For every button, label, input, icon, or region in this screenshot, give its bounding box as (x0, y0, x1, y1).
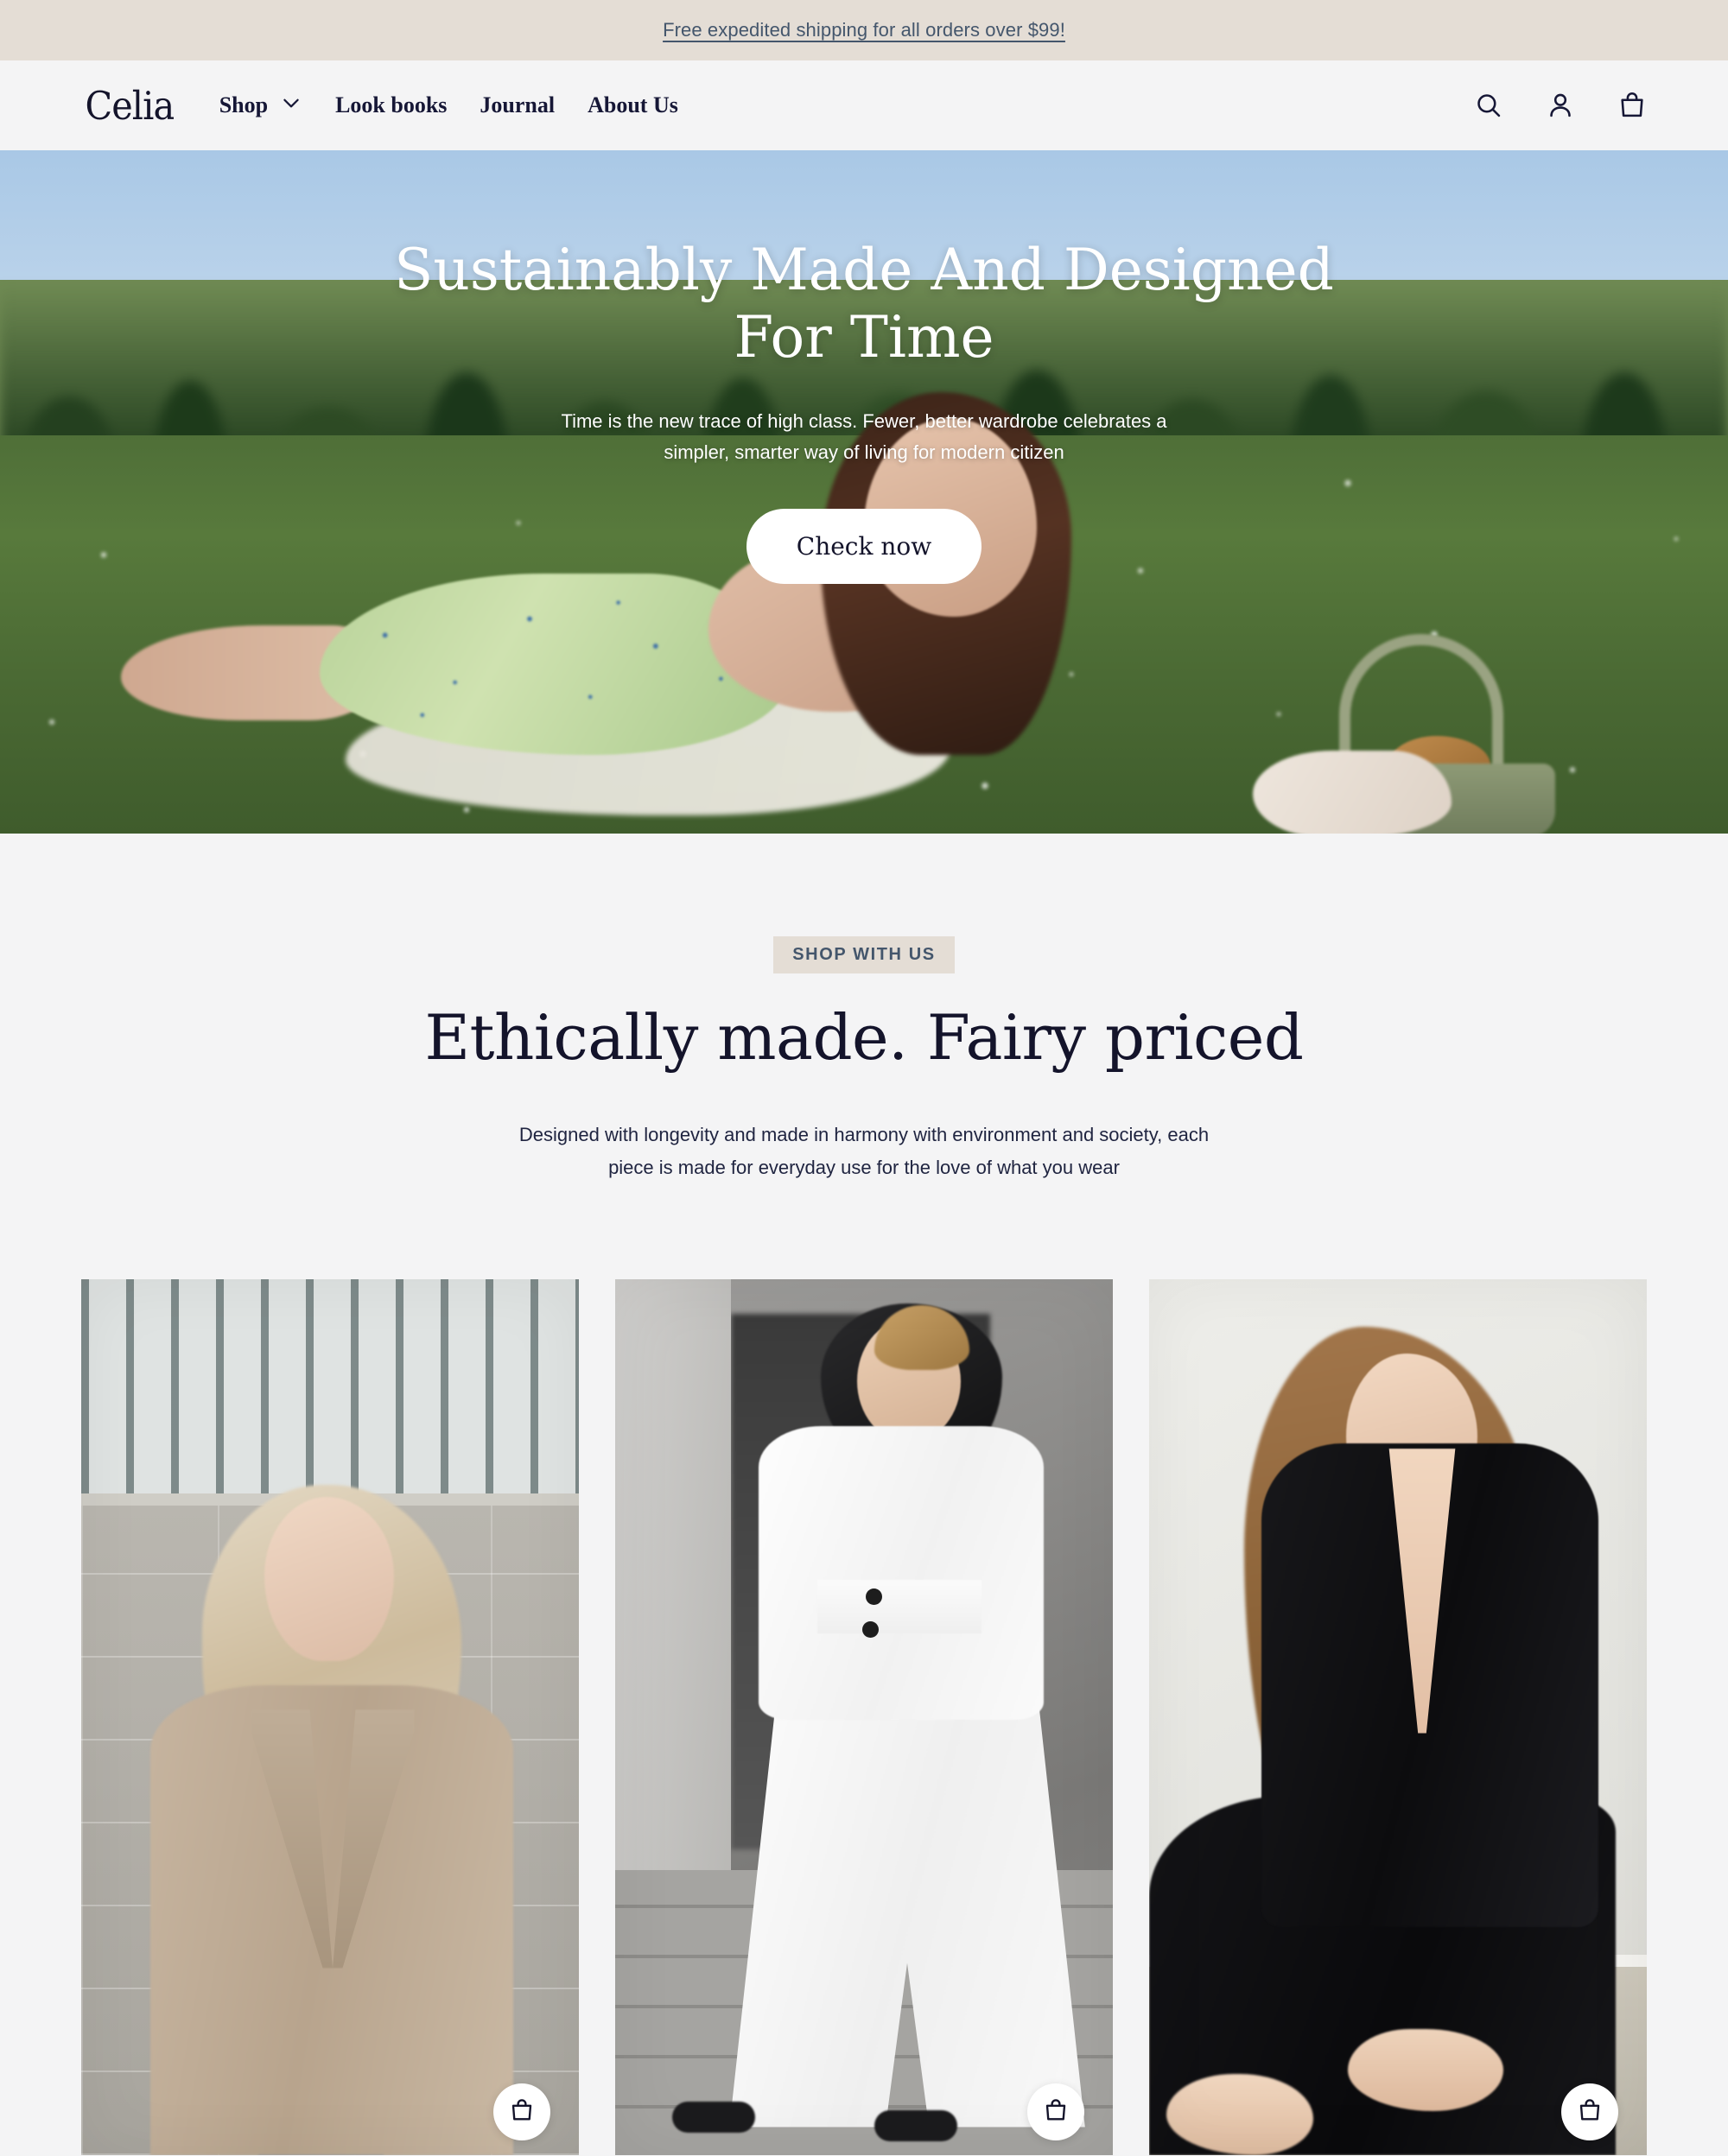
hero-content: Sustainably Made And Designed For Time T… (0, 150, 1728, 834)
card-vignette (81, 1279, 579, 2155)
nav-item-shop[interactable]: Shop (219, 92, 302, 120)
shop-section-header: SHOP WITH US Ethically made. Fairy price… (0, 936, 1728, 1184)
main-navigation: Shop Look books Journal About Us (219, 92, 678, 120)
shop-section-eyebrow: SHOP WITH US (773, 936, 955, 973)
hero-cta-button[interactable]: Check now (746, 509, 982, 585)
product-card-1[interactable] (81, 1278, 579, 2155)
add-to-bag-button-2[interactable] (1027, 2083, 1084, 2140)
nav-item-look-books-label: Look books (335, 92, 448, 117)
hero-banner: Sustainably Made And Designed For Time T… (0, 150, 1728, 834)
product-grid (0, 1278, 1728, 2155)
nav-item-shop-label: Shop (219, 92, 269, 117)
shopping-bag-icon (1043, 2097, 1069, 2126)
shop-section-description: Designed with longevity and made in harm… (518, 1124, 1210, 1178)
nav-item-about-us-label: About Us (588, 92, 678, 117)
add-to-bag-button-1[interactable] (493, 2083, 550, 2140)
nav-item-journal-label: Journal (480, 92, 556, 117)
hero-subtitle: Time is the new trace of high class. Few… (561, 409, 1167, 464)
announcement-link[interactable]: Free expedited shipping for all orders o… (663, 19, 1065, 41)
shopping-bag-icon (1577, 2097, 1603, 2126)
product-card-2[interactable] (615, 1278, 1113, 2155)
product-card-3[interactable] (1149, 1278, 1647, 2155)
announcement-bar: Free expedited shipping for all orders o… (0, 0, 1728, 60)
card-vignette (1149, 1279, 1647, 2155)
nav-item-look-books[interactable]: Look books (335, 92, 447, 118)
card-vignette (615, 1279, 1113, 2155)
header-actions (1474, 91, 1647, 120)
shop-section: SHOP WITH US Ethically made. Fairy price… (0, 834, 1728, 2155)
shopping-bag-icon[interactable] (1617, 91, 1647, 120)
shopping-bag-icon (509, 2097, 535, 2126)
hero-title: Sustainably Made And Designed For Time (394, 237, 1334, 371)
add-to-bag-button-3[interactable] (1561, 2083, 1618, 2140)
site-header: Celia Shop Look books Journal About Us (0, 60, 1728, 150)
search-icon[interactable] (1474, 91, 1503, 120)
nav-item-about-us[interactable]: About Us (588, 92, 678, 118)
brand-logo[interactable]: Celia (85, 86, 175, 125)
chevron-down-icon (280, 92, 302, 120)
nav-item-journal[interactable]: Journal (480, 92, 555, 118)
shop-section-title: Ethically made. Fairy priced (424, 1001, 1305, 1074)
account-icon[interactable] (1546, 91, 1575, 120)
